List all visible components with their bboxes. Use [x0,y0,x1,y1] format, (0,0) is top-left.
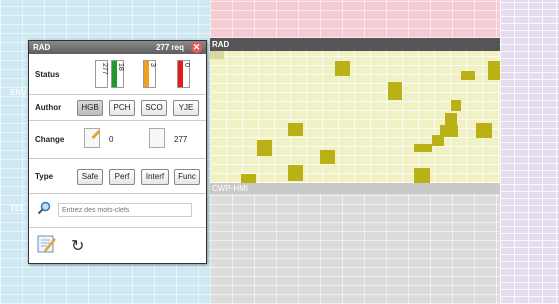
cwp-block-header: CWP-HMI [210,183,500,194]
highlighted-cell[interactable] [414,144,432,152]
author-label: Author [35,103,62,112]
refresh-icon[interactable]: ↻ [71,236,84,256]
search-input[interactable] [58,203,192,217]
highlighted-cell[interactable] [414,168,430,183]
type-label: Type [35,172,54,181]
panel-title: RAD [33,43,51,52]
highlighted-cell[interactable] [445,113,457,125]
highlighted-cell[interactable] [335,61,350,76]
close-icon[interactable]: ✕ [191,42,202,53]
author-chip-hgb[interactable]: HGB [77,100,103,116]
highlighted-cell[interactable] [257,140,272,156]
status-value-total: 277 [101,63,108,75]
status-bar-total[interactable]: 277 [95,60,108,88]
treemap-block-pink [210,0,500,38]
filter-panel: RAD 277 req ✕ Status 277 18 3 0 Author H… [28,40,207,264]
status-row: Status 277 18 3 0 [29,54,206,95]
request-count: 277 req [155,43,184,52]
highlighted-cell[interactable] [476,123,492,138]
highlighted-cell[interactable] [288,123,303,136]
status-value-orange: 3 [149,63,156,67]
type-chip-perf[interactable]: Perf [109,169,135,185]
highlighted-cell[interactable] [488,61,500,80]
type-chip-interf[interactable]: Interf [141,169,169,185]
author-row: Author HGB PCH SCO YJE [29,95,206,121]
type-chip-func[interactable]: Func [174,169,200,185]
highlighted-cell[interactable] [288,165,303,181]
status-bar-red[interactable]: 0 [177,60,190,88]
status-label: Status [35,70,60,79]
search-row [29,194,206,228]
treemap-block-grey [210,190,500,304]
modified-count: 0 [109,135,114,144]
highlighted-cell[interactable] [388,82,402,100]
change-row: Change 0 277 [29,121,206,159]
panel-title-bar[interactable]: RAD 277 req ✕ [29,41,206,54]
rad-block-header: RAD [210,38,500,51]
highlighted-cell[interactable] [432,135,444,146]
status-value-red: 0 [183,63,190,67]
search-icon[interactable] [37,201,51,215]
tools-row: ↻ [29,228,206,266]
change-label: Change [35,135,65,144]
unmodified-document-icon[interactable] [149,128,165,148]
treemap-label-env: ENV [10,88,27,97]
highlighted-cell[interactable] [241,174,256,183]
type-chip-safe[interactable]: Safe [77,169,103,185]
rad-block-subheader [210,51,224,59]
author-chip-yje[interactable]: YJE [173,100,199,116]
status-bar-orange[interactable]: 3 [143,60,156,88]
unmodified-count: 277 [174,135,188,144]
modified-document-icon[interactable] [84,128,101,148]
edit-icon[interactable] [37,234,57,254]
treemap-block-lavender [500,0,559,304]
status-value-green: 18 [117,63,124,71]
treemap-label-tel: TEL [10,204,26,213]
author-chip-pch[interactable]: PCH [109,100,135,116]
author-chip-sco[interactable]: SCO [141,100,167,116]
rad-treemap-block[interactable]: RAD [210,38,500,183]
highlighted-cell[interactable] [320,150,335,164]
status-bar-green[interactable]: 18 [111,60,124,88]
type-row: Type Safe Perf Interf Func [29,159,206,194]
highlighted-cell[interactable] [461,71,475,80]
highlighted-cell[interactable] [451,100,461,111]
